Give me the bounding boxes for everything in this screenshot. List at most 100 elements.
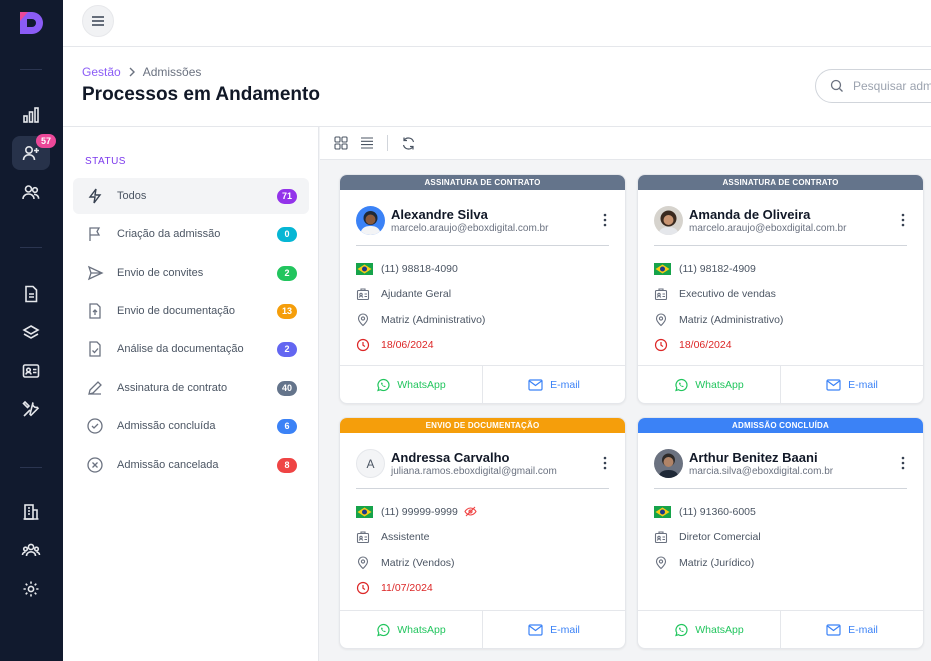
view-toolbar xyxy=(320,127,931,160)
hamburger-icon xyxy=(92,16,104,26)
more-options-icon[interactable] xyxy=(603,213,607,227)
lightning-icon xyxy=(73,187,117,205)
id-card-icon[interactable] xyxy=(12,354,50,388)
phone-number: (11) 99999-9999 xyxy=(381,505,458,518)
whatsapp-button[interactable]: WhatsApp xyxy=(638,611,781,648)
admission-card[interactable]: ASSINATURA DE CONTRATO Alexandre Silva m… xyxy=(339,174,626,404)
whatsapp-label: WhatsApp xyxy=(695,378,744,391)
phone-row: (11) 91360-6005 xyxy=(654,499,923,525)
mail-icon xyxy=(826,623,841,636)
job-role: Assistente xyxy=(381,531,430,544)
whatsapp-button[interactable]: WhatsApp xyxy=(340,611,483,648)
breadcrumb-parent[interactable]: Gestão xyxy=(82,65,121,79)
whatsapp-label: WhatsApp xyxy=(695,623,744,636)
file-upload-icon xyxy=(73,302,117,320)
location-pin-icon xyxy=(655,556,667,569)
layers-icon[interactable] xyxy=(12,316,50,350)
job-role: Diretor Comercial xyxy=(679,531,761,544)
more-options-icon[interactable] xyxy=(603,456,607,470)
status-item-envio-doc[interactable]: Envio de documentação 13 xyxy=(73,293,309,329)
whatsapp-button[interactable]: WhatsApp xyxy=(638,366,781,403)
admission-card[interactable]: ENVIO DE DOCUMENTAÇÃO A Andressa Carvalh… xyxy=(339,417,626,649)
status-item-cancelada[interactable]: Admissão cancelada 8 xyxy=(73,447,309,483)
location-pin-icon xyxy=(357,313,369,326)
location: Matriz (Administrativo) xyxy=(679,313,784,326)
more-options-icon[interactable] xyxy=(901,213,905,227)
mail-icon xyxy=(826,378,841,391)
whatsapp-button[interactable]: WhatsApp xyxy=(340,366,483,403)
email-button[interactable]: E-mail xyxy=(483,366,625,403)
location: Matriz (Vendos) xyxy=(381,556,455,569)
status-count-badge: 71 xyxy=(276,188,297,204)
badge-icon xyxy=(654,288,668,301)
grid-view-icon[interactable] xyxy=(333,135,349,151)
card-person: Arthur Benitez Baani marcia.silva@eboxdi… xyxy=(638,433,923,488)
chevron-right-icon xyxy=(129,67,135,77)
gear-icon[interactable] xyxy=(12,572,50,606)
breadcrumb-current: Admissões xyxy=(142,65,202,79)
card-status-band: ADMISSÃO CONCLUÍDA xyxy=(638,418,923,433)
clock-icon xyxy=(654,339,668,352)
building-icon[interactable] xyxy=(12,495,50,529)
page-header: Gestão Admissões Processos em Andamento xyxy=(63,47,931,127)
status-item-criacao[interactable]: Criação da admissão 0 xyxy=(73,216,309,252)
brazil-flag-icon xyxy=(356,505,373,518)
pencil-icon xyxy=(73,379,117,397)
hamburger-menu-button[interactable] xyxy=(82,5,114,37)
search-box[interactable] xyxy=(815,69,931,103)
person-email: marcelo.araujo@eboxdigital.com.br xyxy=(689,223,847,234)
list-view-icon[interactable] xyxy=(359,135,375,151)
avatar xyxy=(654,206,683,235)
chart-bar-icon[interactable] xyxy=(12,98,50,132)
status-item-todos[interactable]: Todos 71 xyxy=(73,178,309,214)
app-sidebar: 57 xyxy=(0,0,63,661)
page-title: Processos em Andamento xyxy=(82,84,320,105)
status-item-concluida[interactable]: Admissão concluída 6 xyxy=(73,408,309,444)
status-filter-panel: STATUS Todos 71 Criação da admissão 0 En… xyxy=(63,127,319,661)
phone-row: (11) 99999-9999 xyxy=(356,499,625,525)
role-row: Diretor Comercial xyxy=(654,525,923,551)
phone-row: (11) 98818-4090 xyxy=(356,256,625,282)
status-item-analise-doc[interactable]: Análise da documentação 2 xyxy=(73,331,309,367)
team-icon[interactable] xyxy=(12,533,50,567)
refresh-icon[interactable] xyxy=(400,135,416,151)
rail-divider xyxy=(20,467,42,468)
status-item-assinatura[interactable]: Assinatura de contrato 40 xyxy=(73,370,309,406)
whatsapp-label: WhatsApp xyxy=(397,623,446,636)
tools-icon[interactable] xyxy=(12,392,50,426)
logo-icon[interactable] xyxy=(16,8,46,38)
admission-card[interactable]: ADMISSÃO CONCLUÍDA Arthur Benitez Baani … xyxy=(637,417,924,649)
users-icon[interactable] xyxy=(12,175,50,209)
person-email: juliana.ramos.eboxdigital@gmail.com xyxy=(391,466,557,477)
email-button[interactable]: E-mail xyxy=(483,611,625,648)
document-icon[interactable] xyxy=(12,277,50,311)
email-button[interactable]: E-mail xyxy=(781,366,923,403)
email-button[interactable]: E-mail xyxy=(781,611,923,648)
brazil-flag-icon xyxy=(356,262,373,275)
whatsapp-icon xyxy=(377,623,390,636)
status-item-label: Envio de convites xyxy=(117,267,204,279)
more-options-icon[interactable] xyxy=(901,456,905,470)
card-status-band: ASSINATURA DE CONTRATO xyxy=(638,175,923,190)
role-row: Assistente xyxy=(356,525,625,551)
status-panel-title: STATUS xyxy=(85,156,126,167)
person-email: marcelo.araujo@eboxdigital.com.br xyxy=(391,223,549,234)
location-row: Matriz (Jurídico) xyxy=(654,550,923,576)
search-icon xyxy=(830,79,843,92)
status-count-badge: 0 xyxy=(277,226,297,242)
search-input[interactable] xyxy=(853,79,931,93)
status-item-convites[interactable]: Envio de convites 2 xyxy=(73,255,309,291)
notification-badge: 57 xyxy=(36,134,57,148)
status-count-badge: 2 xyxy=(277,265,297,281)
badge-icon xyxy=(654,531,668,544)
location-row: Matriz (Administrativo) xyxy=(654,307,923,333)
due-date: 18/06/2024 xyxy=(679,339,732,352)
admission-card[interactable]: ASSINATURA DE CONTRATO Amanda de Oliveir… xyxy=(637,174,924,404)
email-label: E-mail xyxy=(550,378,580,391)
whatsapp-icon xyxy=(377,378,390,391)
status-count-badge: 40 xyxy=(276,380,297,396)
status-item-label: Envio de documentação xyxy=(117,305,236,317)
top-bar xyxy=(63,0,931,47)
eye-off-icon[interactable] xyxy=(464,506,477,517)
rail-divider xyxy=(20,69,42,70)
